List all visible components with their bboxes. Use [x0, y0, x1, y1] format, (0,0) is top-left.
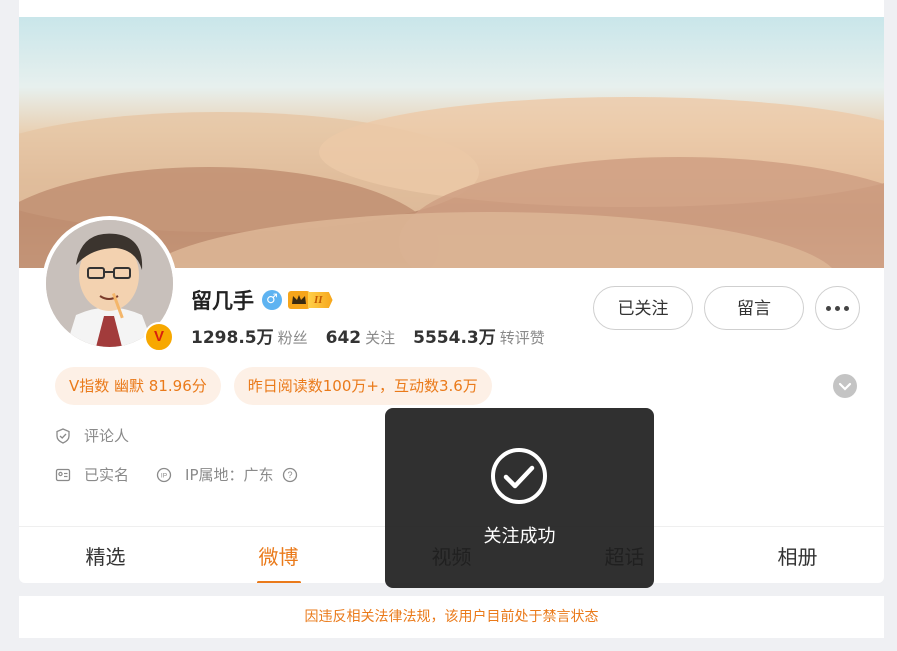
tag-row: V指数 幽默 81.96分 昨日阅读数100万+，互动数3.6万	[55, 367, 492, 405]
following-count[interactable]: 642	[326, 328, 362, 348]
top-strip	[19, 0, 884, 17]
info-role: 评论人	[55, 425, 129, 446]
toast: 关注成功	[385, 408, 654, 588]
chevron-down-icon[interactable]	[833, 374, 857, 398]
info-verification: 已实名 IP IP属地：广东 ?	[55, 464, 311, 485]
tab-album[interactable]: 相册	[711, 527, 884, 583]
message-button[interactable]: 留言	[704, 286, 804, 330]
following-label: 关注	[365, 329, 396, 347]
tab-featured[interactable]: 精选	[19, 527, 192, 583]
toast-message: 关注成功	[483, 526, 556, 547]
stats-row: 1298.5万 粉丝 642 关注 5554.3万 转评赞	[191, 323, 563, 348]
engagement-label: 转评赞	[499, 329, 545, 347]
crown-icon	[288, 291, 310, 309]
help-icon[interactable]: ?	[282, 467, 298, 483]
level-label: II	[308, 292, 333, 308]
fans-count[interactable]: 1298.5万	[191, 323, 274, 348]
verified-badge-icon: V	[144, 322, 174, 352]
more-dots-icon	[816, 287, 859, 329]
v-index-tag[interactable]: V指数 幽默 81.96分	[55, 367, 221, 405]
tab-weibo[interactable]: 微博	[192, 527, 365, 583]
realname-text: 已实名	[84, 466, 130, 484]
member-level-badge[interactable]: II	[288, 291, 333, 309]
engagement-count: 5554.3万	[413, 328, 496, 348]
fans-label: 粉丝	[277, 329, 308, 347]
user-name: 留几手	[191, 289, 254, 313]
name-row: 留几手 ♂ II	[191, 285, 333, 315]
ban-notice: 因违反相关法律法规，该用户目前处于禁言状态	[19, 596, 884, 638]
svg-text:?: ?	[287, 470, 292, 480]
read-stats-tag[interactable]: 昨日阅读数100万+，互动数3.6万	[233, 367, 492, 405]
id-card-icon	[55, 468, 71, 481]
followed-button[interactable]: 已关注	[593, 286, 693, 330]
check-circle-icon	[491, 448, 547, 504]
svg-text:IP: IP	[161, 472, 167, 479]
role-text: 评论人	[84, 427, 130, 445]
male-gender-icon: ♂	[262, 290, 282, 310]
ip-location-text: IP属地：广东	[185, 466, 274, 484]
ip-icon: IP	[156, 467, 172, 482]
shield-icon	[56, 427, 70, 444]
more-button[interactable]	[815, 286, 860, 330]
